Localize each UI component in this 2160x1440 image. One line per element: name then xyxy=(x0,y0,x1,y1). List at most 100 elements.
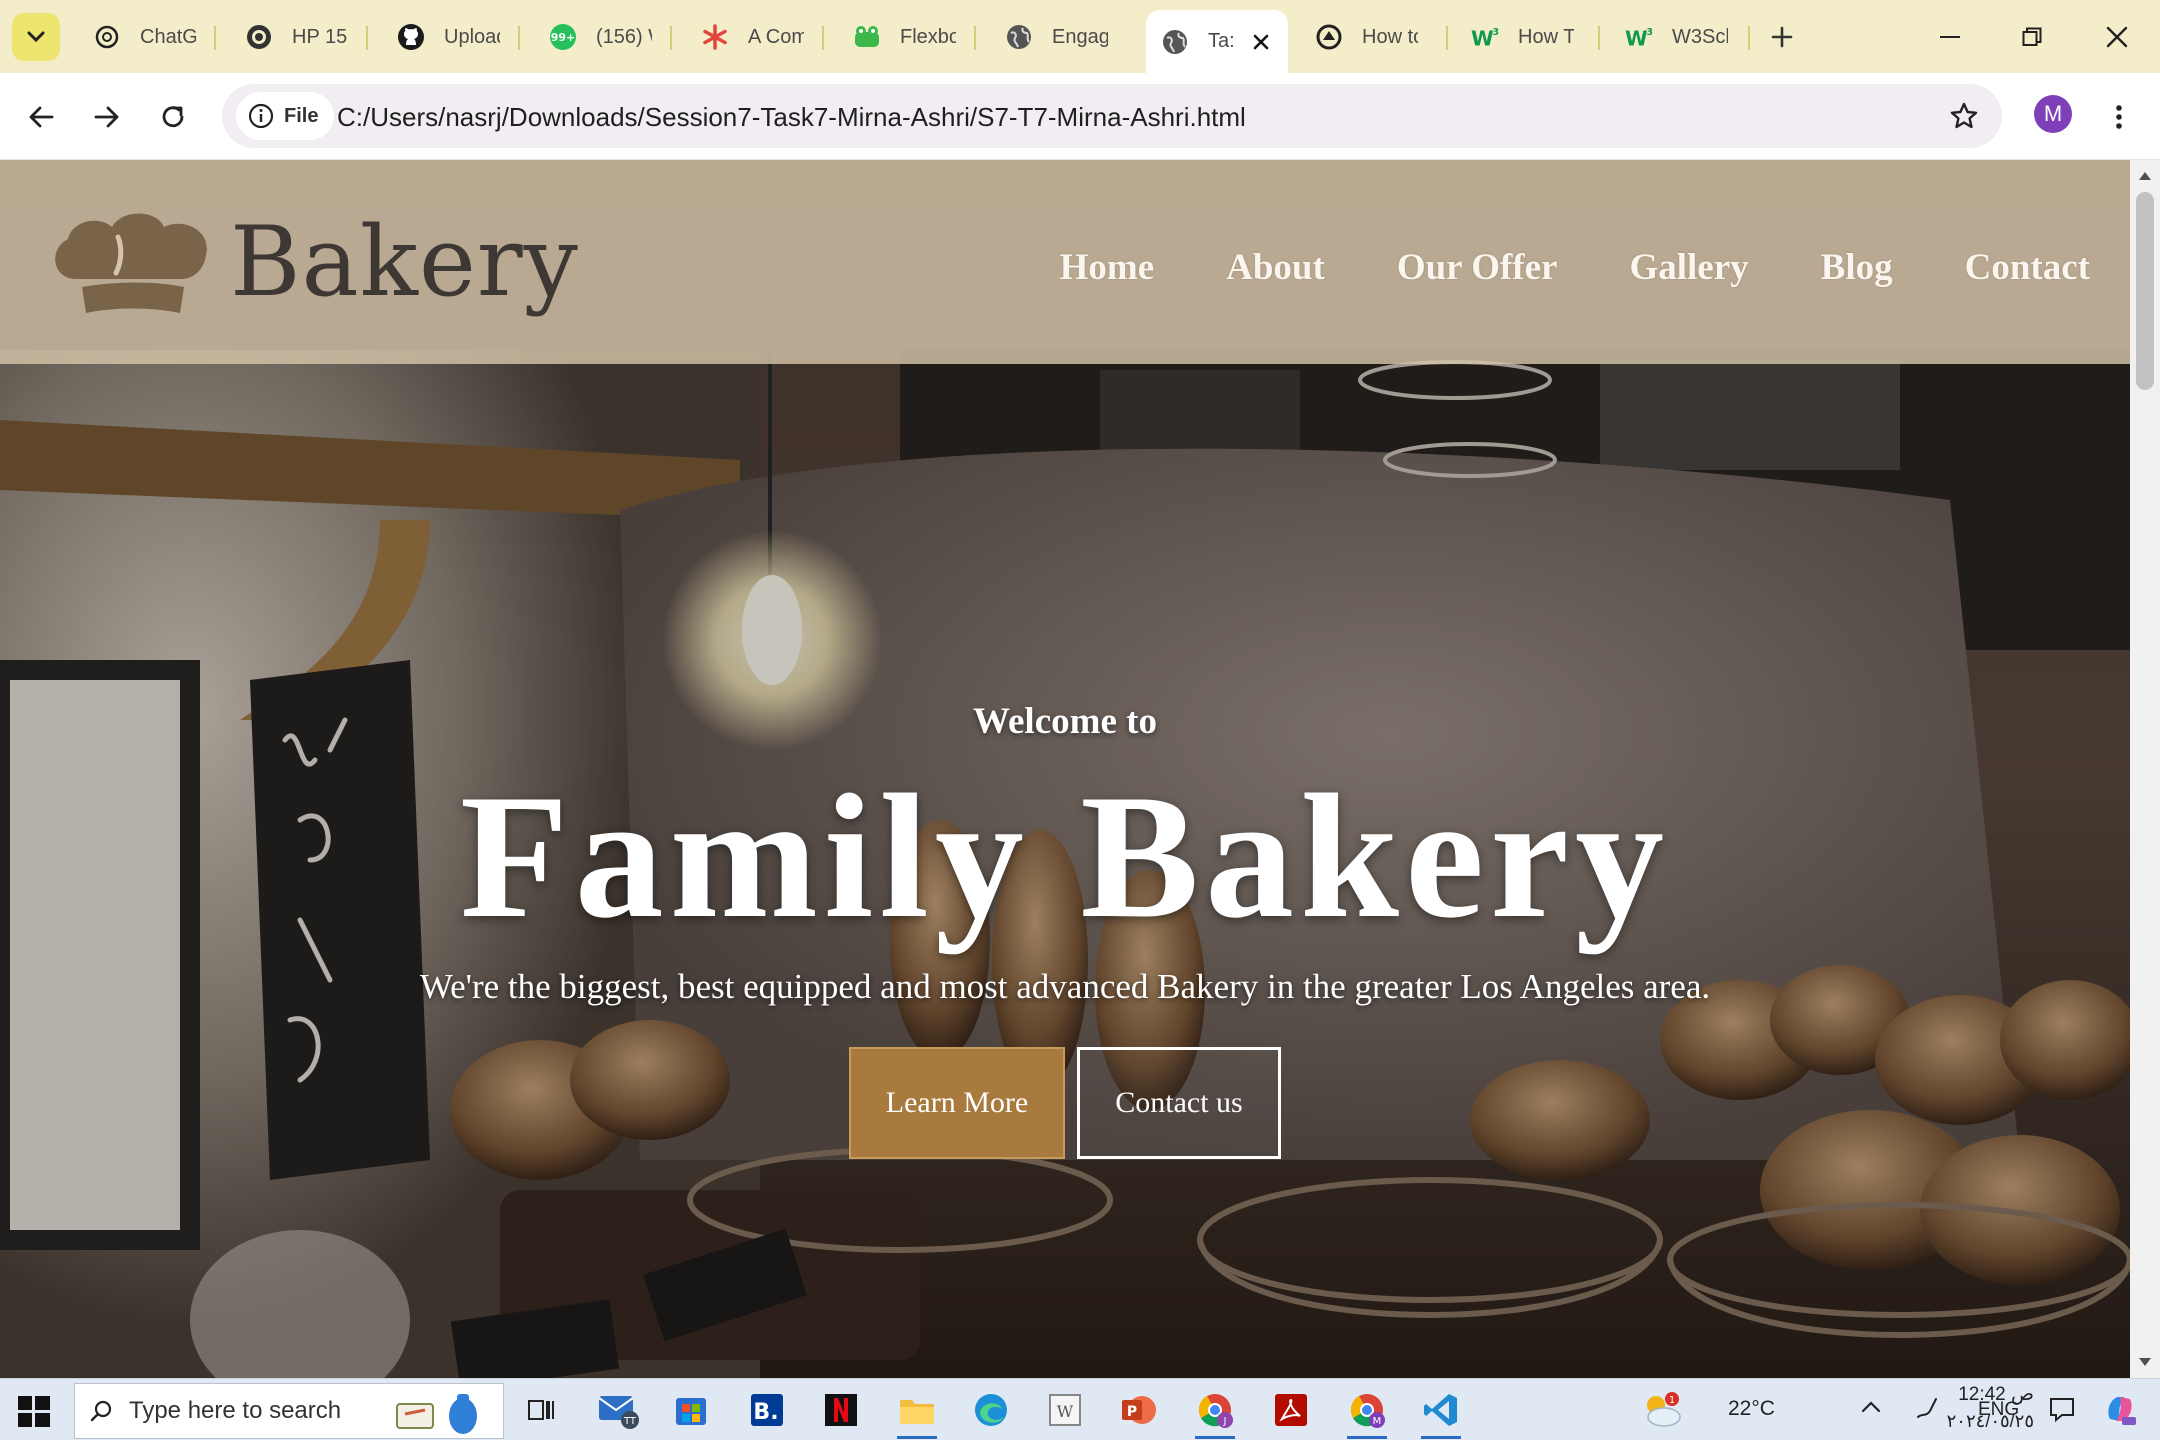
nav-link-our-offer[interactable]: Our Offer xyxy=(1397,246,1558,289)
browser-tab[interactable]: Upload xyxy=(382,12,514,62)
brand-logo[interactable]: Bakery xyxy=(46,206,579,318)
nav-link-home[interactable]: Home xyxy=(1060,246,1155,289)
browser-tab[interactable]: W3 How To xyxy=(1456,12,1588,62)
hero-kicker: Welcome to xyxy=(973,701,1157,742)
svg-text:TT: TT xyxy=(623,1416,637,1427)
taskbar-app-file-explorer[interactable] xyxy=(892,1385,942,1439)
browser-tab[interactable]: W3 W3Sch xyxy=(1610,12,1742,62)
close-tab-icon[interactable] xyxy=(1252,33,1270,51)
frog-icon xyxy=(852,22,882,52)
nav-link-gallery[interactable]: Gallery xyxy=(1629,246,1748,289)
page-scrollbar[interactable] xyxy=(2130,160,2160,1378)
tab-label: A Comp xyxy=(748,25,804,48)
store-icon xyxy=(676,1398,706,1425)
globe-icon xyxy=(1004,22,1034,52)
restore-button[interactable] xyxy=(2010,16,2054,58)
restore-icon xyxy=(2022,27,2042,46)
scroll-up-icon[interactable] xyxy=(2139,172,2151,180)
search-placeholder: Type here to search xyxy=(129,1397,342,1424)
netflix-icon xyxy=(825,1394,857,1426)
svg-text:W: W xyxy=(1625,26,1648,49)
chevron-up-icon[interactable] xyxy=(1860,1399,1882,1415)
browser-tab[interactable]: A Comp xyxy=(686,12,818,62)
nav-link-contact[interactable]: Contact xyxy=(1965,246,2090,289)
close-window-button[interactable] xyxy=(2095,16,2139,58)
scrollbar-thumb[interactable] xyxy=(2136,192,2154,390)
clock-date[interactable]: ٢٠٢٤/٠٥/٢٥ xyxy=(1928,1411,2034,1432)
reload-button[interactable] xyxy=(150,94,196,140)
scroll-down-icon[interactable] xyxy=(2139,1358,2151,1366)
browser-menu-button[interactable] xyxy=(2096,94,2142,140)
minimize-button[interactable] xyxy=(1928,16,1972,58)
windows-taskbar: Type here to search TT B. W P J M 1 22°C xyxy=(0,1378,2160,1440)
star-icon xyxy=(1950,102,1978,129)
w3schools-icon: W3 xyxy=(1470,22,1500,52)
chrome-icon: M xyxy=(1350,1394,1385,1428)
taskbar-app-powerpoint[interactable]: P xyxy=(1114,1385,1164,1435)
url-text[interactable]: C:/Users/nasrj/Downloads/Session7-Task7-… xyxy=(337,102,1246,133)
browser-tab[interactable]: ChatGP xyxy=(78,12,210,62)
taskbar-app-vscode[interactable] xyxy=(1416,1385,1466,1439)
taskbar-app-mail[interactable]: TT xyxy=(594,1385,644,1435)
weather-temperature[interactable]: 22°C xyxy=(1728,1397,1775,1421)
address-bar[interactable]: File C:/Users/nasrj/Downloads/Session7-T… xyxy=(222,84,2002,148)
edge-icon xyxy=(975,1394,1007,1426)
learn-more-button[interactable]: Learn More xyxy=(849,1047,1065,1159)
tab-label: ChatGP xyxy=(140,25,196,48)
taskbar-app-store[interactable] xyxy=(666,1385,716,1435)
openai-icon xyxy=(1314,22,1344,52)
more-vertical-icon xyxy=(2116,105,2122,129)
weather-alert-badge: 1 xyxy=(1669,1395,1675,1406)
bookmark-button[interactable] xyxy=(1940,92,1988,140)
back-button[interactable] xyxy=(18,94,64,140)
browser-tab[interactable]: How to xyxy=(1300,12,1432,62)
svg-text:W: W xyxy=(1471,26,1494,49)
svg-text:J: J xyxy=(1223,1416,1227,1427)
task-view-button[interactable] xyxy=(516,1385,566,1435)
nav-link-blog[interactable]: Blog xyxy=(1821,246,1893,289)
weather-icon[interactable]: 1 xyxy=(1640,1389,1684,1429)
taskbar-app-word[interactable]: W xyxy=(1040,1385,1090,1435)
browser-tab[interactable]: Engage xyxy=(990,12,1122,62)
notification-icon[interactable] xyxy=(2048,1395,2076,1423)
taskbar-app-netflix[interactable] xyxy=(816,1385,866,1435)
browser-tab[interactable]: 99+ (156) W xyxy=(534,12,666,62)
tab-separator xyxy=(822,26,824,50)
plus-icon xyxy=(1771,26,1793,48)
info-icon xyxy=(248,103,274,129)
task-view-icon xyxy=(528,1400,554,1420)
browser-tab-active[interactable]: Ta: xyxy=(1146,10,1288,73)
copilot-icon[interactable] xyxy=(2102,1391,2138,1427)
profile-avatar[interactable]: M xyxy=(2034,95,2072,133)
taskbar-app-booking[interactable]: B. xyxy=(742,1385,792,1435)
new-tab-button[interactable] xyxy=(1760,16,1804,58)
svg-text:W: W xyxy=(1057,1402,1074,1421)
arrow-left-icon xyxy=(29,106,54,128)
start-button[interactable] xyxy=(14,1391,54,1431)
nav-link-about[interactable]: About xyxy=(1226,246,1325,289)
chef-hat-icon xyxy=(55,213,207,313)
tab-label: (156) W xyxy=(596,25,652,48)
arrow-right-icon xyxy=(94,106,119,128)
taskbar-app-chrome-profile-j[interactable]: J xyxy=(1190,1385,1240,1439)
hp-icon xyxy=(244,22,274,52)
search-highlight-icon xyxy=(396,1394,477,1434)
taskbar-app-edge[interactable] xyxy=(966,1385,1016,1435)
hero-section: Welcome to Family Bakery We're the bigge… xyxy=(0,700,2130,1159)
taskbar-app-chrome-profile-m[interactable]: M xyxy=(1342,1385,1392,1439)
taskbar-search-box[interactable]: Type here to search xyxy=(74,1383,504,1439)
asterisk-icon xyxy=(700,22,730,52)
tab-search-button[interactable] xyxy=(12,13,60,61)
tab-label: Upload xyxy=(444,25,500,48)
hero-buttons: Learn More Contact us xyxy=(0,1047,2130,1159)
site-info-button[interactable]: File xyxy=(236,92,335,140)
taskbar-app-acrobat[interactable] xyxy=(1266,1385,1316,1435)
clock-time[interactable]: 12:42 ص xyxy=(1934,1383,2034,1406)
site-header: Bakery Home About Our Offer Gallery Blog… xyxy=(0,160,2130,364)
browser-tab[interactable]: Flexbox xyxy=(838,12,970,62)
forward-button[interactable] xyxy=(84,94,130,140)
contact-us-button[interactable]: Contact us xyxy=(1077,1047,1281,1159)
hero-title: Family Bakery xyxy=(459,757,1671,955)
browser-tab[interactable]: HP 15S xyxy=(230,12,362,62)
tab-separator xyxy=(974,26,976,50)
